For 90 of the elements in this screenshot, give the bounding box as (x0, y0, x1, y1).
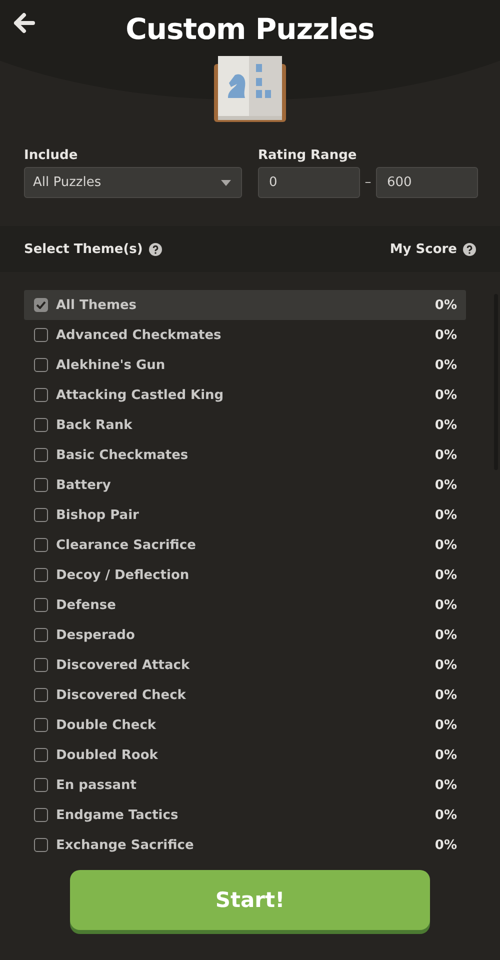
checkbox[interactable] (34, 778, 48, 792)
theme-name: Double Check (56, 718, 158, 732)
checkbox[interactable] (34, 628, 48, 642)
theme-row[interactable]: Discovered Check 0% (24, 680, 466, 710)
checkbox[interactable] (34, 328, 48, 342)
theme-row[interactable]: Clearance Sacrifice 0% (24, 530, 466, 560)
theme-score: 0% (434, 538, 457, 552)
rating-max-field[interactable]: 600 (376, 167, 478, 198)
theme-name: Attacking Castled King (56, 388, 225, 402)
theme-score: 0% (434, 568, 457, 582)
caret-icon (221, 180, 231, 186)
back-arrow-icon[interactable] (12, 12, 36, 34)
checkbox[interactable] (34, 718, 48, 732)
page-title: Custom Puzzles (124, 12, 376, 46)
checkbox[interactable] (34, 808, 48, 822)
theme-name: Desperado (56, 628, 136, 642)
theme-name: All Themes (56, 298, 138, 312)
select-themes-label: Select Theme(s) (24, 242, 143, 256)
theme-name: Bishop Pair (56, 508, 140, 522)
theme-row[interactable]: Discovered Attack 0% (24, 650, 466, 680)
theme-row[interactable]: Doubled Rook 0% (24, 740, 466, 770)
include-dropdown[interactable]: All Puzzles (24, 167, 242, 198)
theme-row[interactable]: All Themes 0% (24, 290, 466, 320)
theme-score: 0% (434, 628, 457, 642)
checkbox[interactable] (34, 418, 48, 432)
theme-row[interactable]: Advanced Checkmates 0% (24, 320, 466, 350)
theme-score: 0% (434, 388, 457, 402)
checkbox[interactable] (34, 598, 48, 612)
theme-score: 0% (434, 658, 457, 672)
theme-name: Battery (56, 478, 112, 492)
theme-row[interactable]: Alekhine's Gun 0% (24, 350, 466, 380)
theme-score: 0% (434, 448, 457, 462)
checkbox[interactable] (34, 508, 48, 522)
theme-score: 0% (434, 328, 457, 342)
theme-row[interactable]: Battery 0% (24, 470, 466, 500)
theme-row[interactable]: Basic Checkmates 0% (24, 440, 466, 470)
theme-name: Defense (56, 598, 117, 612)
theme-row[interactable]: Back Rank 0% (24, 410, 466, 440)
theme-name: Decoy / Deflection (56, 568, 190, 582)
theme-name: Doubled Rook (56, 748, 159, 762)
theme-name: Advanced Checkmates (56, 328, 222, 342)
theme-score: 0% (434, 778, 457, 792)
theme-score: 0% (434, 478, 457, 492)
help-icon[interactable] (463, 242, 476, 256)
checkbox[interactable] (34, 568, 48, 582)
rating-range-label: Rating Range (258, 148, 357, 163)
theme-row[interactable]: Attacking Castled King 0% (24, 380, 466, 410)
theme-name: Clearance Sacrifice (56, 538, 197, 552)
checkbox[interactable] (34, 748, 48, 762)
checkbox[interactable] (34, 448, 48, 462)
theme-row[interactable]: Bishop Pair 0% (24, 500, 466, 530)
theme-score: 0% (434, 598, 457, 612)
theme-score: 0% (434, 748, 457, 762)
theme-score: 0% (434, 838, 457, 852)
theme-name: Discovered Attack (56, 658, 191, 672)
theme-name: Alekhine's Gun (56, 358, 166, 372)
theme-score: 0% (434, 358, 457, 372)
theme-row[interactable]: Desperado 0% (24, 620, 466, 650)
theme-name: Endgame Tactics (56, 808, 180, 822)
include-label: Include (24, 148, 78, 163)
theme-score: 0% (434, 418, 457, 432)
theme-name: Back Rank (56, 418, 134, 432)
theme-name: Exchange Sacrifice (56, 838, 195, 852)
checkbox[interactable] (34, 478, 48, 492)
theme-row[interactable]: Double Check 0% (24, 710, 466, 740)
theme-score: 0% (434, 718, 457, 732)
help-icon[interactable] (148, 242, 162, 256)
theme-name: En passant (56, 778, 138, 792)
theme-row[interactable]: Decoy / Deflection 0% (24, 560, 466, 590)
my-score-label: My Score (390, 242, 457, 256)
theme-score: 0% (434, 808, 457, 822)
book-icon (214, 54, 286, 124)
checkbox[interactable] (34, 388, 48, 402)
checkbox[interactable] (34, 658, 48, 672)
theme-score: 0% (434, 688, 457, 702)
theme-row[interactable]: En passant 0% (24, 770, 466, 800)
checkbox[interactable] (34, 688, 48, 702)
checkbox[interactable] (34, 298, 48, 312)
theme-name: Basic Checkmates (56, 448, 190, 462)
checkbox[interactable] (34, 358, 48, 372)
theme-score: 0% (434, 298, 457, 312)
theme-row[interactable]: Endgame Tactics 0% (24, 800, 466, 830)
range-separator: – (364, 175, 372, 190)
theme-row[interactable]: Defense 0% (24, 590, 466, 620)
theme-name: Discovered Check (56, 688, 187, 702)
theme-score: 0% (434, 508, 457, 522)
rating-min-field[interactable]: 0 (258, 167, 360, 198)
theme-row[interactable]: Exchange Sacrifice 0% (24, 830, 466, 860)
checkbox[interactable] (34, 538, 48, 552)
checkbox[interactable] (34, 838, 48, 852)
